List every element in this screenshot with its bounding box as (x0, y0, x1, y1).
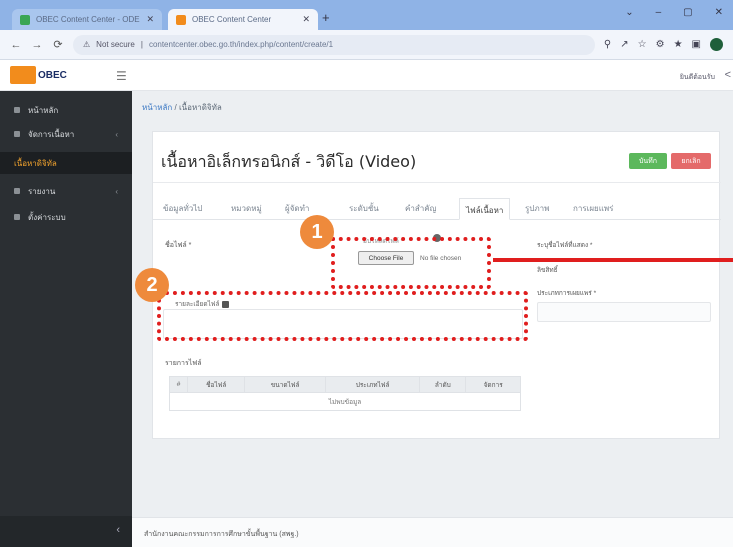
form-tabs: ข้อมูลทั่วไป หมวดหมู่ ผู้จัดทำ ระดับชั้น… (153, 198, 721, 220)
new-tab-button[interactable]: + (322, 10, 330, 25)
url-separator: | (140, 40, 143, 49)
profile-avatar[interactable] (710, 38, 723, 51)
table-row: ไม่พบข้อมูล (169, 392, 521, 411)
breadcrumb-current: เนื้อหาดิจิทัล (178, 103, 222, 112)
sidebar-item-label: หน้าหลัก (28, 105, 59, 115)
breadcrumb: หน้าหลัก / เนื้อหาดิจิทัล (142, 101, 222, 114)
attachments-table: # ชื่อไฟล์ ขนาดไฟล์ ประเภทไฟล์ ลำดับ จัด… (169, 376, 521, 411)
tab-images[interactable]: รูปภาพ (525, 202, 549, 215)
logo-text: OBEC (38, 69, 67, 81)
tab-keywords[interactable]: คำสำคัญ (405, 202, 436, 215)
url-input[interactable]: ⚠ Not secure | contentcenter.obec.go.th/… (73, 34, 595, 55)
browser-tab-title: OBEC Content Center - ODE (36, 15, 140, 24)
tab-level[interactable]: ระดับชั้น (349, 202, 379, 215)
column-header: ขนาดไฟล์ (244, 376, 326, 393)
column-header: # (169, 376, 188, 393)
header-edge-icon[interactable]: < (725, 69, 731, 81)
sidebar-item-label: รายงาน (28, 186, 56, 196)
tab-publish[interactable]: การเผยแพร่ (573, 202, 613, 215)
extensions-toolbar: ⚲ ↗ ☆ ⚙ ★ ▣ (604, 38, 723, 51)
browser-tab-active[interactable]: OBEC Content Center ✕ (168, 9, 318, 30)
sidebar-item-reports[interactable]: รายงาน ‹ (0, 180, 132, 202)
breadcrumb-home-link[interactable]: หน้าหลัก (142, 103, 172, 112)
sidebar-item-label: เนื้อหาดิจิทัล (14, 158, 57, 168)
sidebar-item-digital-content[interactable]: เนื้อหาดิจิทัล (0, 152, 132, 174)
breadcrumb-separator: / (172, 103, 179, 112)
page-title: เนื้อหาอิเล็กทรอนิกส์ - วิดีโอ (Video) (161, 152, 417, 171)
browser-tab-title: OBEC Content Center (192, 15, 272, 24)
reload-icon[interactable]: ⟳ (52, 38, 64, 51)
publish-type-label: ประเภทการเผยแพร่ * (537, 290, 597, 297)
page-footer: สำนักงานคณะกรรมการการศึกษาขั้นพื้นฐาน (ส… (132, 517, 733, 547)
step-badge-1: 1 (300, 215, 334, 249)
share-icon[interactable]: ↗ (620, 39, 628, 50)
tab-content-file[interactable]: ไฟล์เนื้อหา (459, 198, 511, 220)
app-logo[interactable]: OBEC (10, 66, 67, 84)
sidebar-item-content-management[interactable]: จัดการเนื้อหา ‹ (0, 123, 132, 145)
extension-star-icon[interactable]: ★ (674, 39, 683, 50)
sidepanel-icon[interactable]: ▣ (692, 39, 701, 50)
url-security-label: Not secure (96, 40, 135, 49)
copyright-label: ลิขสิทธิ์ (537, 267, 558, 274)
folder-icon (14, 131, 20, 137)
column-header: จัดการ (465, 376, 521, 393)
close-tab-icon[interactable]: ✕ (146, 14, 154, 25)
pointer-line (493, 258, 733, 262)
sidebar: หน้าหลัก จัดการเนื้อหา ‹ เนื้อหาดิจิทัล … (0, 91, 132, 547)
sidebar-collapse-button[interactable]: ‹ (0, 516, 132, 547)
minimize-icon[interactable]: – (656, 7, 662, 18)
browser-tab-bar: OBEC Content Center - ODE ✕ OBEC Content… (0, 0, 733, 30)
tab-author[interactable]: ผู้จัดทำ (285, 202, 309, 215)
window-controls: ⌄ – ▢ ✕ (625, 7, 723, 18)
chevron-left-icon: ‹ (115, 129, 118, 139)
back-icon[interactable]: ← (10, 39, 22, 51)
favicon-icon (20, 14, 30, 25)
sidebar-item-label: จัดการเนื้อหา (28, 129, 75, 139)
tab-general[interactable]: ข้อมูลทั่วไป (163, 202, 202, 215)
publish-type-input[interactable] (537, 302, 711, 322)
warning-icon: ⚠ (83, 40, 91, 49)
user-menu-link[interactable]: ยินดีต้อนรับ (680, 72, 715, 83)
attachments-title: รายการไฟล์ (165, 360, 202, 367)
bookmark-star-icon[interactable]: ☆ (638, 39, 647, 50)
url-text: contentcenter.obec.go.th/index.php/conte… (148, 40, 334, 49)
file-name-label: ชื่อไฟล์ * (165, 242, 192, 249)
highlight-box-upload (331, 237, 491, 289)
chevron-left-icon: ‹ (115, 186, 118, 196)
home-icon (14, 107, 20, 113)
settings-icon (14, 214, 20, 220)
logo-mark-icon (10, 66, 36, 84)
cancel-button[interactable]: ยกเลิก (671, 153, 711, 169)
zoom-icon[interactable]: ⚲ (604, 39, 611, 50)
column-header: ชื่อไฟล์ (186, 376, 246, 393)
highlight-box-description (157, 291, 528, 341)
close-window-icon[interactable]: ✕ (715, 7, 723, 18)
display-name-label: ระบุชื่อไฟล์ที่แสดง * (537, 242, 593, 249)
save-button[interactable]: บันทึก (629, 153, 667, 169)
hamburger-menu-icon[interactable]: ☰ (116, 69, 127, 83)
column-header: ลำดับ (419, 376, 467, 393)
app-header: OBEC ☰ ยินดีต้อนรับ < (0, 60, 733, 91)
sidebar-item-label: ตั้งค่าระบบ (28, 212, 66, 222)
empty-table-message: ไม่พบข้อมูล (169, 392, 521, 411)
table-header-row: # ชื่อไฟล์ ขนาดไฟล์ ประเภทไฟล์ ลำดับ จัด… (169, 376, 521, 393)
browser-tab-inactive[interactable]: OBEC Content Center - ODE ✕ (12, 9, 162, 30)
sidebar-item-settings[interactable]: ตั้งค่าระบบ (0, 206, 132, 228)
close-tab-icon[interactable]: ✕ (302, 14, 310, 25)
extension-gear-icon[interactable]: ⚙ (656, 39, 665, 50)
address-bar-row: ← → ⟳ ⚠ Not secure | contentcenter.obec.… (0, 30, 733, 60)
sidebar-item-home[interactable]: หน้าหลัก (0, 99, 132, 121)
maximize-icon[interactable]: ▢ (683, 7, 692, 18)
favicon-icon (176, 14, 186, 25)
column-header: ประเภทไฟล์ (324, 376, 421, 393)
forward-icon[interactable]: → (31, 39, 43, 51)
step-badge-2: 2 (135, 268, 169, 302)
tab-search-icon[interactable]: ⌄ (625, 7, 633, 18)
report-icon (14, 188, 20, 194)
tab-category[interactable]: หมวดหมู่ (231, 202, 262, 215)
divider (153, 182, 721, 183)
